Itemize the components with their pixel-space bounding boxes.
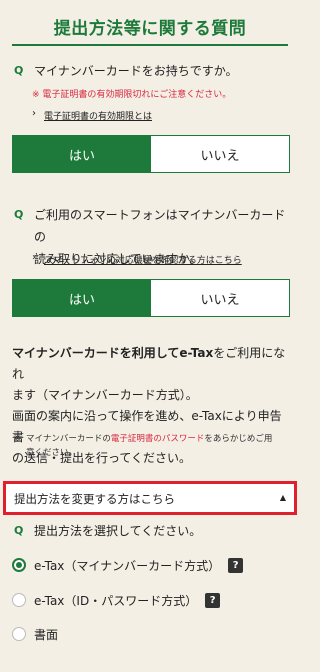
q2-no-button[interactable]: いいえ <box>151 280 289 316</box>
q1-link-row[interactable]: › 電子証明書の有効期限とは <box>32 108 152 122</box>
password-note: ※ マイナンバーカードの電子証明書のパスワードをあらかじめご用 意ください。 <box>14 432 288 460</box>
q2-link[interactable]: スマートフォンの対応機種を確認する方はこちら <box>44 256 242 266</box>
radio-icon[interactable] <box>12 627 26 641</box>
q1-yes-button[interactable]: はい <box>13 136 151 172</box>
q1-toggle: はい いいえ <box>12 135 290 173</box>
chevron-right-icon: › <box>32 108 36 119</box>
chevron-right-icon: › <box>32 252 36 263</box>
option-paper[interactable]: 書面 <box>12 624 58 644</box>
change-method-label: 提出方法を変更する方はこちら <box>14 492 175 506</box>
option-etax-mynumber[interactable]: e-Tax（マイナンバーカード方式） ? <box>12 555 244 575</box>
change-method-toggle[interactable]: 提出方法を変更する方はこちら ▲ <box>3 481 297 515</box>
q3-mark: Q <box>14 524 24 537</box>
q3-text: 提出方法を選択してください。 <box>34 524 202 538</box>
q1-warning: ※ 電子証明書の有効期限切れにご注意ください。 <box>32 90 232 100</box>
q1-text: マイナンバーカードをお持ちですか。 <box>34 64 238 78</box>
caret-up-icon: ▲ <box>279 493 286 502</box>
info-bold: マイナンバーカードを利用してe-Tax <box>12 346 214 360</box>
q2-yes-button[interactable]: はい <box>13 280 151 316</box>
info-line1: マイナンバーカードを利用してe-Taxをご利用になれ <box>12 343 292 385</box>
option-etax-idpw[interactable]: e-Tax（ID・パスワード方式） ? <box>12 590 221 610</box>
title-divider <box>12 44 288 46</box>
q1-link[interactable]: 電子証明書の有効期限とは <box>44 112 152 122</box>
help-icon[interactable]: ? <box>205 592 221 608</box>
radio-icon[interactable] <box>12 593 26 607</box>
option-label: 書面 <box>34 627 59 642</box>
q1-no-button[interactable]: いいえ <box>151 136 289 172</box>
radio-selected-icon[interactable] <box>12 558 26 572</box>
note-line2: 意ください。 <box>26 448 78 458</box>
note-pre: マイナンバーカードの <box>26 434 111 444</box>
help-icon[interactable]: ? <box>228 557 244 573</box>
option-label: e-Tax（マイナンバーカード方式） <box>34 558 221 573</box>
q2-link-row[interactable]: › スマートフォンの対応機種を確認する方はこちら <box>32 252 242 266</box>
note-mark: ※ <box>14 434 22 444</box>
note-red: 電子証明書のパスワード <box>110 434 205 444</box>
q1-mark: Q <box>14 64 24 77</box>
q2-toggle: はい いいえ <box>12 279 290 317</box>
q2-mark: Q <box>14 208 24 221</box>
note-post: をあらかじめご用 <box>204 434 273 444</box>
q2-text-line1: ご利用のスマートフォンはマイナンバーカードの <box>34 208 286 244</box>
page-title: 提出方法等に関する質問 <box>53 19 247 39</box>
option-label: e-Tax（ID・パスワード方式） <box>34 593 198 608</box>
info-line2: ます（マイナンバーカード方式）。 <box>12 388 198 402</box>
